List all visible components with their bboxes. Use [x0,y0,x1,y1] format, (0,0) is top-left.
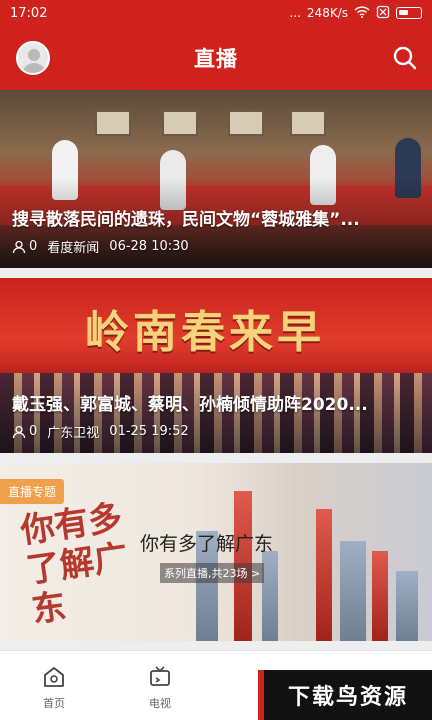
status-bar: 17:02 ... 248K/s [0,0,432,26]
viewer-count: 0 [12,239,37,254]
building [340,541,366,641]
battery-icon [396,7,422,19]
status-dots: ... [289,6,301,20]
topic-tag: 直播专题 [0,479,65,504]
live-card[interactable]: 岭南春来早 戴玉强、郭富城、蔡明、孙楠倾情助阵2020... 0 广东卫视 01… [0,278,432,453]
person-icon [12,240,26,253]
building [396,571,418,641]
person-icon [12,425,26,438]
search-button[interactable] [392,45,418,71]
tab-tv[interactable]: 电视 [130,665,190,711]
home-icon [44,667,64,687]
status-time: 17:02 [10,5,48,21]
status-right: ... 248K/s [289,5,422,22]
picture-frame [95,110,131,136]
card-title: 戴玉强、郭富城、蔡明、孙楠倾情助阵2020... [12,395,368,415]
viewer-count-value: 0 [29,239,38,254]
topic-subtitle[interactable]: 系列直播,共23场 > [160,563,265,583]
network-speed: 248K/s [306,6,348,20]
tab-label: 电视 [149,697,171,710]
wifi-icon [354,5,370,21]
card-meta: 0 看度新闻 06-28 10:30 [12,237,189,256]
building [316,509,332,641]
card-source: 看度新闻 [47,241,100,256]
tv-icon [150,666,170,686]
picture-frame [228,110,264,136]
topic-calligraphy: 你有多了解广东 [18,497,131,631]
card-source: 广东卫视 [47,426,100,441]
card-time: 06-28 10:30 [109,239,189,254]
search-icon [393,46,417,70]
sim-disabled-icon [376,5,390,22]
building [372,551,388,641]
banner-calligraphy: 岭南春来早 [85,307,325,358]
live-topic-card[interactable]: 你有多了解广东 直播专题 你有多了解广东 系列直播,共23场 > [0,463,432,641]
viewer-count-value: 0 [29,424,38,439]
avatar[interactable] [16,41,50,75]
picture-frame [290,110,326,136]
page-title: 直播 [194,47,238,71]
card-meta: 0 广东卫视 01-25 19:52 [12,422,189,441]
live-list: 搜寻散落民间的遗珠，民间文物“蓉城雅集”... 0 看度新闻 06-28 10:… [0,90,432,650]
watermark: 下载鸟资源 [258,670,432,720]
card-title: 搜寻散落民间的遗珠，民间文物“蓉城雅集”... [12,210,360,230]
building [262,551,278,641]
app-header: 直播 [0,26,432,90]
live-card[interactable]: 搜寻散落民间的遗珠，民间文物“蓉城雅集”... 0 看度新闻 06-28 10:… [0,90,432,268]
topic-title: 你有多了解广东 [140,533,274,555]
viewer-count: 0 [12,424,37,439]
picture-frame [162,110,198,136]
tab-label: 首页 [43,697,65,710]
tab-home[interactable]: 首页 [24,665,84,711]
card-time: 01-25 19:52 [109,424,189,439]
